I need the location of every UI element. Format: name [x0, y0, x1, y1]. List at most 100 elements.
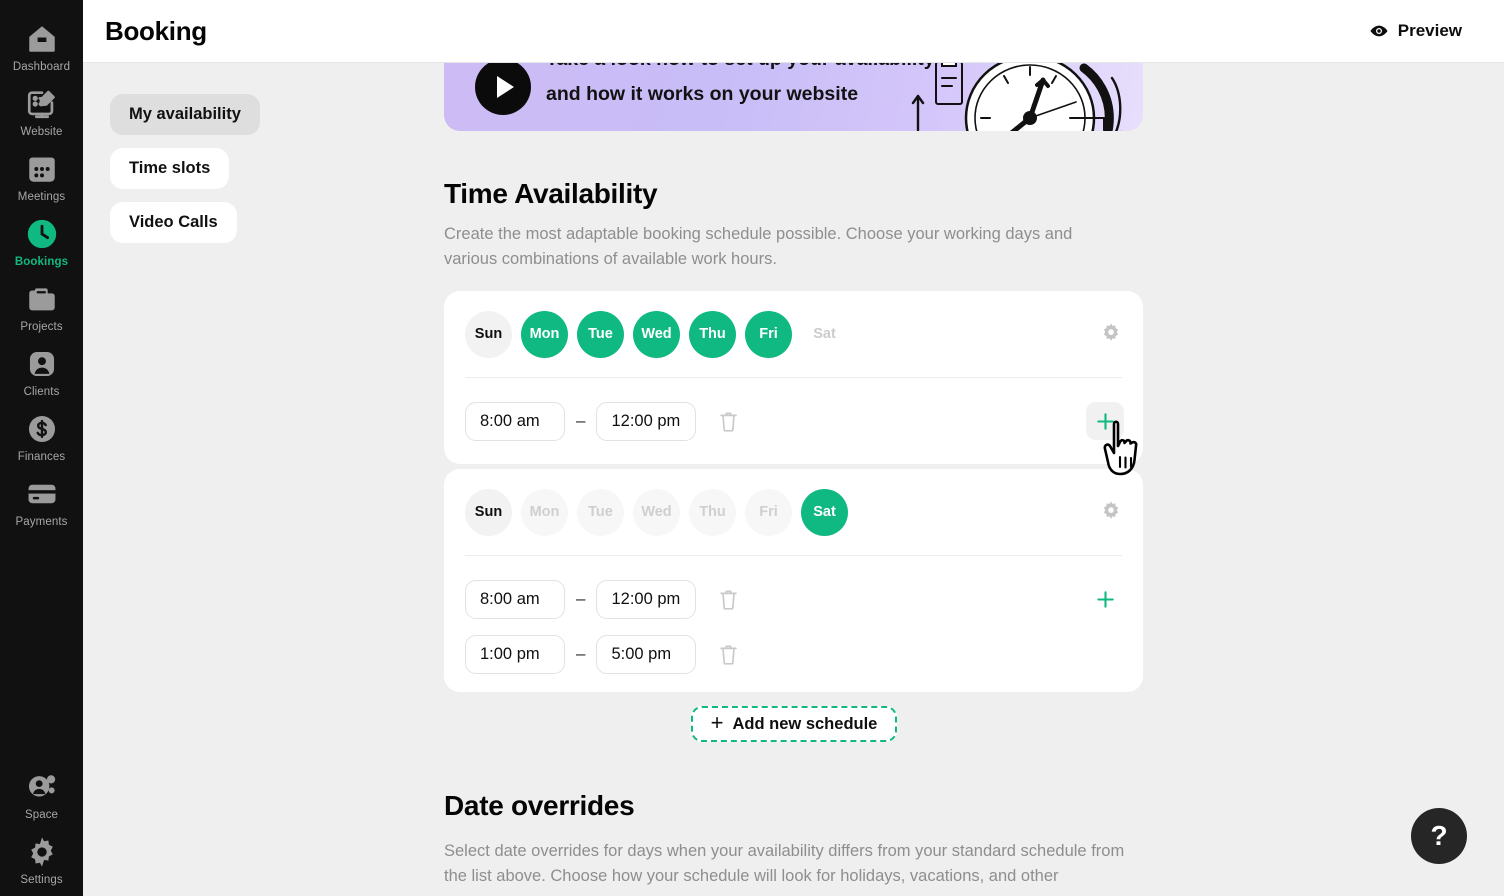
help-button[interactable]: ? — [1411, 808, 1467, 864]
sidebar-item-finances[interactable]: Finances — [0, 398, 83, 463]
sidebar-item-projects[interactable]: Projects — [0, 268, 83, 333]
sidebar-item-website[interactable]: Website — [0, 73, 83, 138]
help-label: ? — [1430, 820, 1448, 851]
day-chip-sat[interactable]: Sat — [801, 488, 848, 536]
sidebar-item-settings[interactable]: Settings — [0, 821, 83, 886]
sidebar-item-label: Dashboard — [12, 61, 71, 73]
section-heading: Time Availability — [444, 178, 658, 209]
day-label: Wed — [641, 504, 672, 520]
sidebar-item-space[interactable]: Space — [0, 756, 83, 821]
gear-icon — [25, 835, 59, 869]
day-label: Thu — [699, 326, 726, 342]
day-chip-sat[interactable]: Sat — [801, 311, 848, 358]
day-label: Sun — [474, 504, 503, 520]
sidebar-item-label: Bookings — [14, 256, 69, 268]
sidebar-item-label: Projects — [20, 321, 63, 333]
day-chip-tue[interactable]: Tue — [577, 488, 624, 536]
sidebar-item-bookings[interactable]: Bookings — [0, 203, 83, 268]
end-time-value: 12:00 pm — [611, 589, 681, 608]
day-label: Fri — [759, 326, 778, 342]
day-label: Mon — [529, 326, 560, 342]
end-time-value: 12:00 pm — [611, 411, 681, 430]
day-chip-tue[interactable]: Tue — [577, 310, 624, 358]
start-time-input[interactable]: 8:00 am — [465, 401, 565, 441]
section-description: Select date overrides for days when your… — [444, 842, 1125, 885]
add-time-range-button[interactable] — [1086, 580, 1124, 618]
tab-time-slots[interactable]: Time slots — [110, 148, 230, 189]
start-time-input[interactable]: 1:00 pm — [465, 634, 565, 674]
tab-label: Video Calls — [129, 213, 218, 231]
main-content: My availability Time slots Video Calls T… — [83, 0, 1504, 896]
start-time-input[interactable]: 8:00 am — [465, 579, 565, 619]
end-time-input[interactable]: 5:00 pm — [596, 634, 697, 674]
sidebar-item-clients[interactable]: Clients — [0, 333, 83, 398]
tab-my-availability[interactable]: My availability — [110, 94, 260, 135]
end-time-input[interactable]: 12:00 pm — [596, 579, 697, 619]
add-time-range-button[interactable] — [1086, 402, 1124, 440]
sidebar-item-dashboard[interactable]: Dashboard — [0, 8, 83, 73]
folder-icon — [25, 282, 59, 316]
sidebar-item-payments[interactable]: Payments — [0, 463, 83, 528]
trash-icon[interactable] — [718, 643, 739, 666]
day-chip-mon[interactable]: Mon — [521, 488, 568, 536]
day-label: Mon — [529, 504, 560, 520]
day-label: Sun — [474, 326, 503, 342]
sidebar-secondary-nav: Space Settings — [0, 756, 83, 886]
day-chip-thu[interactable]: Thu — [689, 310, 736, 358]
section-heading: Date overrides — [444, 790, 635, 821]
start-time-value: 1:00 pm — [480, 644, 540, 663]
space-users-icon — [25, 770, 59, 804]
sidebar-item-meetings[interactable]: Meetings — [0, 138, 83, 203]
tab-label: Time slots — [129, 159, 211, 177]
dashboard-icon — [25, 22, 59, 56]
end-time-input[interactable]: 12:00 pm — [596, 401, 697, 441]
credit-card-icon — [25, 477, 59, 511]
sidebar-primary-nav: Dashboard Website Meetings Bookings Proj… — [0, 8, 83, 528]
day-chip-sun[interactable]: Sun — [465, 310, 512, 358]
website-edit-icon — [25, 87, 59, 121]
day-chip-fri[interactable]: Fri — [745, 488, 792, 536]
gear-icon[interactable] — [1098, 499, 1124, 525]
eye-icon — [1369, 21, 1389, 41]
section-description: Create the most adaptable booking schedu… — [444, 225, 1073, 268]
add-new-schedule-label: Add new schedule — [732, 714, 878, 733]
day-selector-row: Sun Mon Tue Wed Thu Fri Sat — [444, 469, 1143, 555]
schedule-card: Sun Mon Tue Wed Thu Fri Sat 8:00 am – 12… — [444, 469, 1143, 692]
gear-icon[interactable] — [1098, 321, 1124, 347]
play-icon[interactable] — [475, 59, 531, 115]
sidebar-item-label: Finances — [17, 451, 66, 463]
sidebar-item-label: Website — [20, 126, 63, 138]
day-chip-thu[interactable]: Thu — [689, 488, 736, 536]
day-label: Fri — [759, 504, 778, 520]
day-chip-mon[interactable]: Mon — [521, 310, 568, 358]
sidebar-item-label: Clients — [23, 386, 60, 398]
trash-icon[interactable] — [718, 588, 739, 611]
day-label: Tue — [588, 504, 613, 520]
clock-icon — [25, 217, 59, 251]
preview-label: Preview — [1397, 21, 1462, 40]
add-new-schedule-button[interactable]: + Add new schedule — [691, 706, 897, 742]
divider — [465, 555, 1122, 556]
page-header: Booking Preview — [83, 0, 1504, 63]
preview-button[interactable]: Preview — [1369, 21, 1462, 41]
day-chip-fri[interactable]: Fri — [745, 310, 792, 358]
trash-icon[interactable] — [718, 410, 739, 433]
end-time-value: 5:00 pm — [611, 644, 672, 663]
range-separator: – — [576, 589, 586, 608]
day-chip-wed[interactable]: Wed — [633, 310, 680, 358]
tab-video-calls[interactable]: Video Calls — [110, 202, 237, 243]
user-icon — [25, 347, 59, 381]
page-title: Booking — [105, 15, 207, 46]
sidebar-item-label: Payments — [15, 516, 68, 528]
schedule-card: Sun Mon Tue Wed Thu Fri Sat 8:00 am – 12… — [444, 291, 1143, 464]
time-range-row: 8:00 am – 12:00 pm — [444, 568, 1143, 630]
availability-tab-rail: My availability Time slots Video Calls — [110, 94, 260, 243]
sidebar: Dashboard Website Meetings Bookings Proj… — [0, 0, 83, 896]
range-separator: – — [576, 411, 586, 430]
day-label: Wed — [641, 326, 672, 342]
start-time-value: 8:00 am — [480, 411, 540, 430]
day-chip-wed[interactable]: Wed — [633, 488, 680, 536]
date-overrides-section: Date overrides Select date overrides for… — [444, 790, 1149, 889]
day-chip-sun[interactable]: Sun — [465, 488, 512, 536]
banner-line-2: and how it works on your website — [546, 83, 859, 105]
